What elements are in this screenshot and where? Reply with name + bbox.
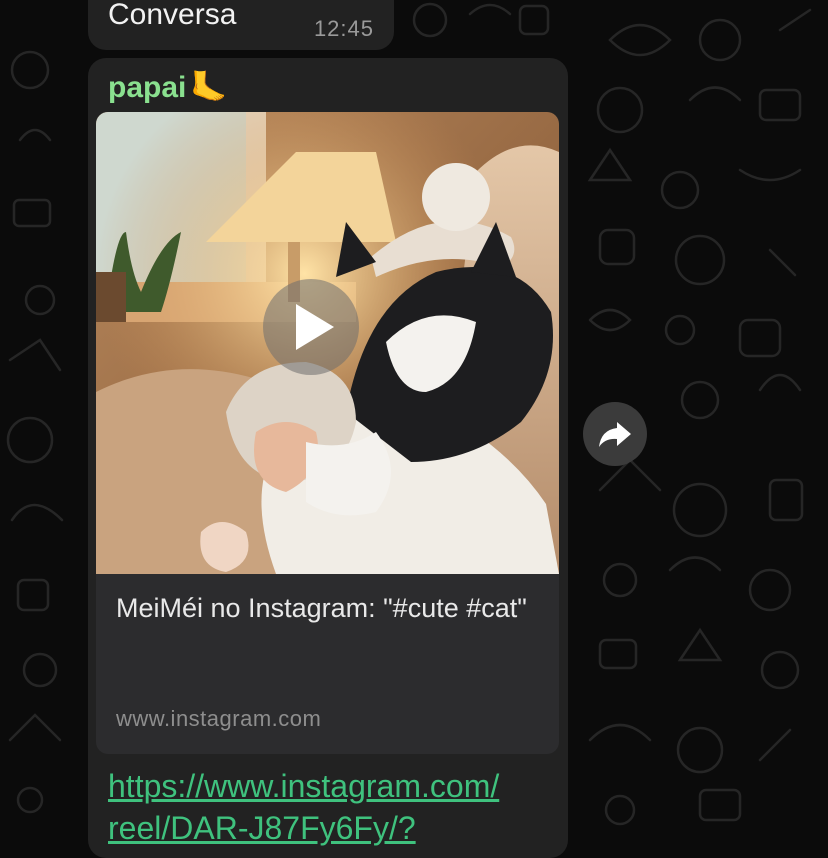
link-preview-domain: www.instagram.com (116, 706, 322, 731)
forward-button[interactable] (583, 402, 647, 466)
play-button[interactable] (263, 279, 359, 375)
foot-emoji-icon: 🦶 (190, 71, 228, 104)
sender-name-text: papai (108, 71, 187, 104)
message-bubble[interactable]: papai 🦶 MeiMéi no Instagram: "#cute #cat… (88, 58, 568, 858)
message-link-line-2[interactable]: reel/DAR-J87Fy6Fy/? (108, 810, 416, 847)
previous-message-text: Conversa (108, 0, 237, 31)
forward-icon (599, 422, 631, 447)
message-link-line-1[interactable]: https://www.instagram.com/ (108, 768, 499, 805)
sender-name[interactable]: papai 🦶 (108, 70, 228, 105)
link-preview-card[interactable]: MeiMéi no Instagram: "#cute #cat" www.in… (96, 112, 559, 754)
link-preview-title: MeiMéi no Instagram: "#cute #cat" (116, 593, 527, 623)
previous-message-bubble[interactable]: Conversa 12:45 (88, 0, 394, 50)
previous-message-time: 12:45 (313, 16, 374, 41)
preview-thumbnail[interactable] (96, 112, 559, 574)
